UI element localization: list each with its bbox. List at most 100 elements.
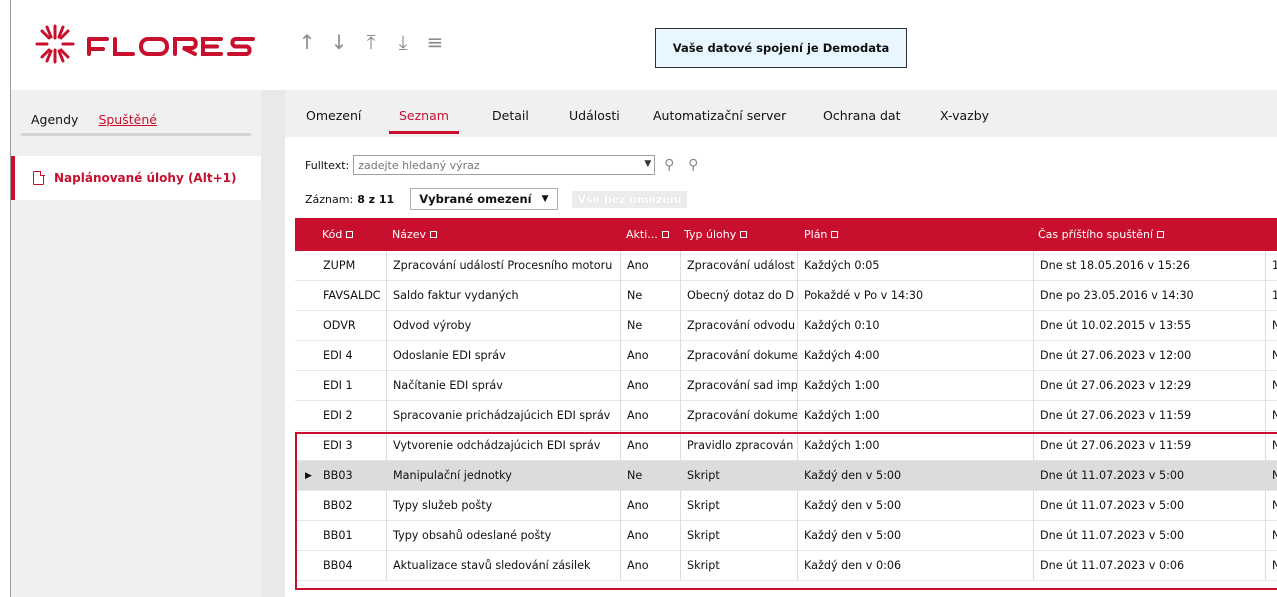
table-row[interactable]: EDI 1 Načítanie EDI správ Ano Zpracování sa… xyxy=(295,371,1277,401)
tab-ochrana-dat[interactable]: Ochrana dat xyxy=(823,108,900,123)
cell-typ[interactable]: Skript xyxy=(681,491,798,521)
cell-plan[interactable]: Každých 1:00 xyxy=(798,431,1034,461)
cell-aktivni[interactable]: Ano xyxy=(621,551,681,581)
cell-nazev[interactable]: Načítanie EDI správ xyxy=(387,371,621,401)
table-row[interactable]: EDI 4 Odoslanie EDI správ Ano Zpracování do… xyxy=(295,341,1277,371)
tab-x-vazby[interactable]: X-vazby xyxy=(940,108,989,123)
tab-automatizacni-server[interactable]: Automatizační server xyxy=(653,108,786,123)
cell-kod[interactable]: ZUPM xyxy=(317,251,387,281)
cell-typ[interactable]: Zpracování dokume xyxy=(681,341,798,371)
cell-aktivni[interactable]: Ano xyxy=(621,251,681,281)
cell-extra[interactable]: N xyxy=(1266,521,1277,551)
no-filter-button[interactable]: Vše bez omezení xyxy=(571,190,688,208)
cell-extra[interactable]: N xyxy=(1266,431,1277,461)
cell-cas[interactable]: Dne út 11.07.2023 v 0:06 xyxy=(1034,551,1266,581)
cell-typ[interactable]: Zpracování odvodu xyxy=(681,311,798,341)
column-filter-icon[interactable] xyxy=(661,231,669,238)
cell-kod[interactable]: EDI 3 xyxy=(317,431,387,461)
cell-typ[interactable]: Skript xyxy=(681,461,798,491)
cell-cas[interactable]: Dne út 27.06.2023 v 12:29 xyxy=(1034,371,1266,401)
hamburger-menu-icon[interactable]: ≡ xyxy=(422,28,448,56)
cell-extra[interactable]: N xyxy=(1266,461,1277,491)
cell-kod[interactable]: EDI 4 xyxy=(317,341,387,371)
cell-extra[interactable]: 1 xyxy=(1266,251,1277,281)
tab-udalosti[interactable]: Události xyxy=(569,108,620,123)
column-header-aktivni[interactable]: Akti... xyxy=(626,228,669,241)
cell-nazev[interactable]: Odvod výroby xyxy=(387,311,621,341)
tab-agendy[interactable]: Agendy xyxy=(21,112,88,133)
table-row[interactable]: EDI 3 Vytvorenie odchádzajúcich EDI správ… xyxy=(295,431,1277,461)
fulltext-field[interactable]: ▼ xyxy=(353,155,656,175)
cell-aktivni[interactable]: Ano xyxy=(621,401,681,431)
cell-plan[interactable]: Každý den v 5:00 xyxy=(798,491,1034,521)
cell-nazev[interactable]: Vytvorenie odchádzajúcich EDI správ xyxy=(387,431,621,461)
cell-nazev[interactable]: Aktualizace stavů sledování zásilek xyxy=(387,551,621,581)
arrow-down-icon[interactable]: ↓ xyxy=(326,28,352,56)
search-icon[interactable]: ⚲ xyxy=(659,155,679,175)
cell-aktivni[interactable]: Ne xyxy=(621,281,681,311)
cell-aktivni[interactable]: Ne xyxy=(621,311,681,341)
cell-kod[interactable]: BB02 xyxy=(317,491,387,521)
panel-splitter[interactable] xyxy=(261,90,285,597)
cell-aktivni[interactable]: Ano xyxy=(621,341,681,371)
cell-cas[interactable]: Dne út 10.02.2015 v 13:55 xyxy=(1034,311,1266,341)
cell-typ[interactable]: Pravidlo zpracován xyxy=(681,431,798,461)
cell-typ[interactable]: Zpracování událost xyxy=(681,251,798,281)
filter-select[interactable]: Vybrané omezení ▼ xyxy=(410,188,558,210)
cell-typ[interactable]: Zpracování sad imp xyxy=(681,371,798,401)
cell-aktivni[interactable]: Ano xyxy=(621,431,681,461)
cell-extra[interactable]: N xyxy=(1266,311,1277,341)
arrow-to-top-icon[interactable]: ⤒ xyxy=(358,28,384,56)
cell-kod[interactable]: BB01 xyxy=(317,521,387,551)
column-filter-icon[interactable] xyxy=(346,231,354,238)
table-row[interactable]: ▶ BB03 Manipulační jednotky Ne Skript Každý d… xyxy=(295,461,1277,491)
cell-aktivni[interactable]: Ne xyxy=(621,461,681,491)
cell-typ[interactable]: Skript xyxy=(681,521,798,551)
cell-kod[interactable]: BB04 xyxy=(317,551,387,581)
column-header-kod[interactable]: Kód xyxy=(322,228,354,241)
cell-extra[interactable]: N xyxy=(1266,341,1277,371)
cell-cas[interactable]: Dne st 18.05.2016 v 15:26 xyxy=(1034,251,1266,281)
column-filter-icon[interactable] xyxy=(430,231,438,238)
column-header-nazev[interactable]: Název xyxy=(392,228,438,241)
cell-cas[interactable]: Dne út 27.06.2023 v 11:59 xyxy=(1034,431,1266,461)
cell-plan[interactable]: Pokaždé v Po v 14:30 xyxy=(798,281,1034,311)
tab-omezeni[interactable]: Omezení xyxy=(306,108,361,123)
cell-kod[interactable]: FAVSALDC xyxy=(317,281,387,311)
left-item-planned-tasks[interactable]: Naplánované úlohy (Alt+1) xyxy=(11,156,261,200)
column-filter-icon[interactable] xyxy=(831,231,839,238)
cell-nazev[interactable]: Typy obsahů odeslané pošty xyxy=(387,521,621,551)
cell-kod[interactable]: EDI 1 xyxy=(317,371,387,401)
cell-nazev[interactable]: Spracovanie prichádzajúcich EDI správ xyxy=(387,401,621,431)
cell-cas[interactable]: Dne út 11.07.2023 v 5:00 xyxy=(1034,491,1266,521)
cell-cas[interactable]: Dne út 27.06.2023 v 12:00 xyxy=(1034,341,1266,371)
column-filter-icon[interactable] xyxy=(1157,231,1165,238)
arrow-up-icon[interactable]: ↑ xyxy=(294,28,320,56)
cell-nazev[interactable]: Manipulační jednotky xyxy=(387,461,621,491)
table-row[interactable]: EDI 2 Spracovanie prichádzajúcich EDI spr… xyxy=(295,401,1277,431)
cell-plan[interactable]: Každých 0:10 xyxy=(798,311,1034,341)
cell-typ[interactable]: Obecný dotaz do D xyxy=(681,281,798,311)
cell-plan[interactable]: Každý den v 0:06 xyxy=(798,551,1034,581)
column-header-cas[interactable]: Čas příštího spuštění xyxy=(1038,228,1165,241)
tab-seznam[interactable]: Seznam xyxy=(399,108,449,123)
cell-plan[interactable]: Každých 0:05 xyxy=(798,251,1034,281)
cell-cas[interactable]: Dne út 11.07.2023 v 5:00 xyxy=(1034,461,1266,491)
cell-extra[interactable]: N xyxy=(1266,551,1277,581)
cell-plan[interactable]: Každý den v 5:00 xyxy=(798,521,1034,551)
column-header-plan[interactable]: Plán xyxy=(804,228,839,241)
cell-typ[interactable]: Skript xyxy=(681,551,798,581)
cell-cas[interactable]: Dne út 11.07.2023 v 5:00 xyxy=(1034,521,1266,551)
tab-spustene[interactable]: Spuštěné xyxy=(88,112,167,133)
cell-extra[interactable]: N xyxy=(1266,401,1277,431)
table-row[interactable]: ZUPM Zpracování událostí Procesního motor… xyxy=(295,251,1277,281)
table-row[interactable]: ODVR Odvod výroby Ne Zpracování odvodu Každý… xyxy=(295,311,1277,341)
cell-aktivni[interactable]: Ano xyxy=(621,491,681,521)
tab-detail[interactable]: Detail xyxy=(492,108,529,123)
column-header-typ[interactable]: Typ úlohy xyxy=(684,228,748,241)
cell-plan[interactable]: Každý den v 5:00 xyxy=(798,461,1034,491)
cell-kod[interactable]: BB03 xyxy=(317,461,387,491)
cell-plan[interactable]: Každých 4:00 xyxy=(798,341,1034,371)
column-filter-icon[interactable] xyxy=(740,231,748,238)
cell-extra[interactable]: 1 xyxy=(1266,281,1277,311)
